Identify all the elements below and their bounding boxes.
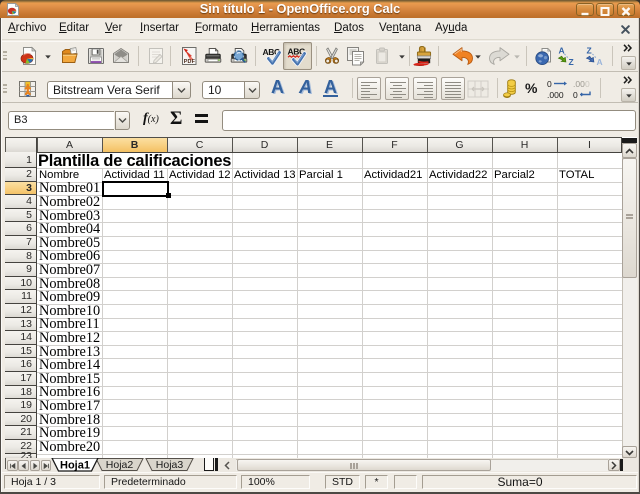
svg-text:.00: .00 (573, 79, 585, 89)
svg-text:Hoja1: Hoja1 (60, 460, 90, 472)
svg-text:PDF: PDF (184, 59, 196, 65)
svg-text:A: A (597, 57, 603, 67)
svg-text:Z: Z (569, 57, 574, 67)
svg-text:Hoja3: Hoja3 (156, 459, 184, 471)
svg-text:0: 0 (547, 79, 552, 89)
svg-text:.000: .000 (547, 90, 564, 100)
svg-text:Z: Z (587, 46, 592, 56)
svg-text:A: A (559, 46, 565, 56)
svg-text:0: 0 (585, 79, 590, 89)
svg-text:0: 0 (573, 90, 578, 100)
svg-text:Hoja2: Hoja2 (106, 459, 134, 471)
